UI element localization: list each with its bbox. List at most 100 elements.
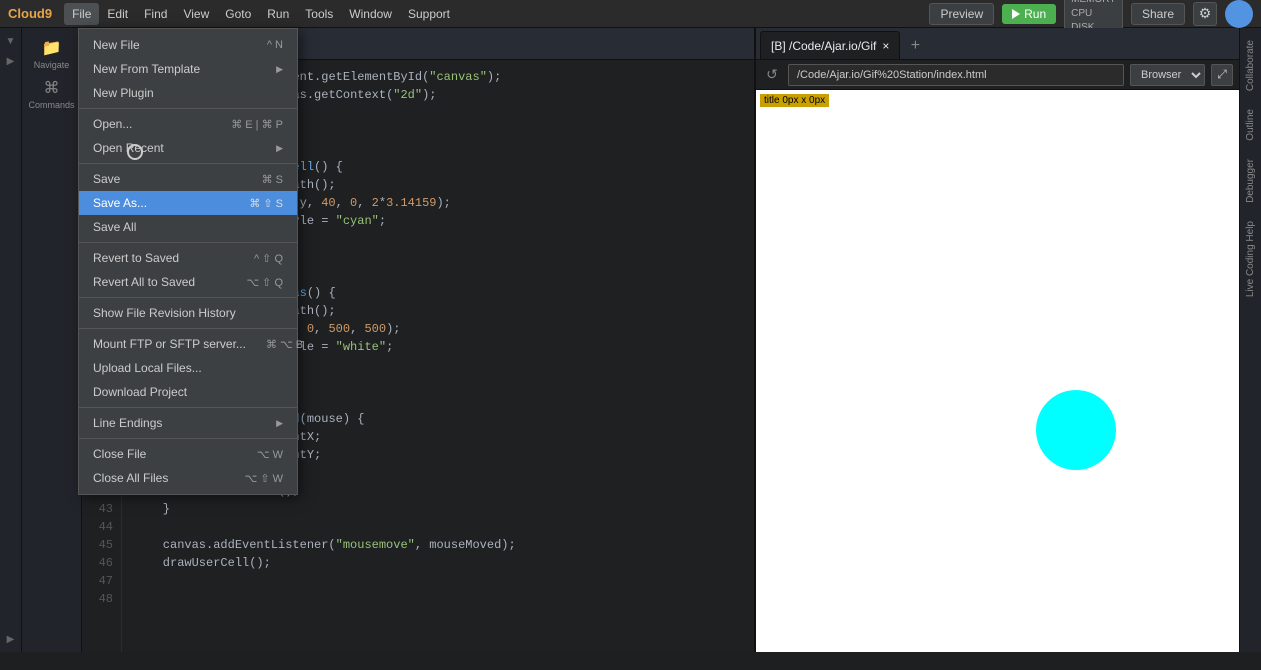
menu-sep-5: [79, 328, 297, 329]
menu-run-menu[interactable]: Run: [259, 3, 297, 25]
right-panel-livecoding[interactable]: Live Coding Help: [1243, 213, 1258, 305]
sidebar-icon-3[interactable]: ▶: [2, 630, 20, 648]
navigate-icon: 📁: [42, 38, 62, 58]
title-indicator: title 0px x 0px: [760, 94, 829, 107]
file-panel: 📁 Navigate ⌘ Commands: [22, 28, 82, 652]
menu-item-new-plugin-label: New Plugin: [93, 86, 154, 100]
navigate-panel[interactable]: 📁 Navigate: [32, 34, 72, 74]
sidebar-icon-1[interactable]: ▼: [2, 32, 20, 50]
canvas-circle: [1036, 390, 1116, 470]
close-browser-tab-icon[interactable]: ×: [882, 39, 889, 53]
menu-item-new-from-template[interactable]: New From Template: [79, 57, 297, 81]
menu-sep-2: [79, 163, 297, 164]
menu-window[interactable]: Window: [341, 3, 400, 25]
menu-item-open[interactable]: Open... ⌘ E | ⌘ P: [79, 112, 297, 136]
menu-find[interactable]: Find: [136, 3, 175, 25]
menu-sep-1: [79, 108, 297, 109]
file-menu: New File ^ N New From Template New Plugi…: [78, 28, 298, 495]
settings-icon[interactable]: ⚙: [1193, 2, 1217, 26]
memory-label: MEMORY: [1071, 0, 1116, 7]
menu-item-mount-ftp[interactable]: Mount FTP or SFTP server... ⌘ ⌥ B: [79, 332, 297, 356]
browser-tab-label: [B] /Code/Ajar.io/Gif: [771, 39, 876, 53]
commands-panel[interactable]: ⌘ Commands: [32, 74, 72, 114]
menu-item-open-recent[interactable]: Open Recent: [79, 136, 297, 160]
menu-item-line-endings-label: Line Endings: [93, 416, 162, 430]
menu-item-upload-files[interactable]: Upload Local Files...: [79, 356, 297, 380]
menu-item-show-revision-history[interactable]: Show File Revision History: [79, 301, 297, 325]
menu-sep-3: [79, 242, 297, 243]
menu-sep-4: [79, 297, 297, 298]
menu-item-revert-all-saved-shortcut: ⌥ ⇧ Q: [246, 276, 283, 289]
menu-item-upload-files-label: Upload Local Files...: [93, 361, 202, 375]
menu-item-save-shortcut: ⌘ S: [262, 173, 283, 186]
menu-item-revert-saved-label: Revert to Saved: [93, 251, 179, 265]
browser-panel: [B] /Code/Ajar.io/Gif × + ↺ Browser ⤢ ti…: [754, 28, 1239, 652]
right-panel-outline[interactable]: Outline: [1243, 101, 1258, 149]
sidebar-icon-bottom[interactable]: ▶: [2, 630, 20, 648]
share-button[interactable]: Share: [1131, 3, 1185, 25]
run-label: Run: [1024, 7, 1046, 21]
menu-item-revert-saved[interactable]: Revert to Saved ^ ⇧ Q: [79, 246, 297, 270]
menu-item-new-plugin[interactable]: New Plugin: [79, 81, 297, 105]
commands-icon: ⌘: [44, 78, 60, 98]
browser-back-button[interactable]: ↺: [762, 66, 782, 83]
app-logo: Cloud9: [8, 6, 52, 21]
cpu-label: CPU: [1071, 7, 1116, 21]
menu-item-save-all[interactable]: Save All: [79, 215, 297, 239]
menu-file[interactable]: File: [64, 3, 99, 25]
canvas-preview: [816, 170, 1261, 670]
menu-item-new-file-label: New File: [93, 38, 140, 52]
run-button[interactable]: Run: [1002, 4, 1056, 24]
menu-tools[interactable]: Tools: [297, 3, 341, 25]
menu-item-revert-saved-shortcut: ^ ⇧ Q: [254, 252, 283, 265]
menu-item-show-revision-history-label: Show File Revision History: [93, 306, 236, 320]
menu-item-line-endings[interactable]: Line Endings: [79, 411, 297, 435]
menu-item-new-from-template-label: New From Template: [93, 62, 200, 76]
browser-viewport: title 0px x 0px: [756, 90, 1239, 652]
menu-item-mount-ftp-label: Mount FTP or SFTP server...: [93, 337, 246, 351]
menu-item-close-file[interactable]: Close File ⌥ W: [79, 442, 297, 466]
menu-item-mount-ftp-shortcut: ⌘ ⌥ B: [266, 338, 303, 351]
menu-sep-6: [79, 407, 297, 408]
menu-item-revert-all-saved[interactable]: Revert All to Saved ⌥ ⇧ Q: [79, 270, 297, 294]
commands-label: Commands: [29, 100, 75, 110]
browser-address-bar: ↺ Browser ⤢: [756, 60, 1239, 90]
menu-item-revert-all-saved-label: Revert All to Saved: [93, 275, 195, 289]
navigate-label: Navigate: [34, 60, 70, 70]
menu-edit[interactable]: Edit: [99, 3, 136, 25]
menu-item-new-file[interactable]: New File ^ N: [79, 33, 297, 57]
menu-support[interactable]: Support: [400, 3, 458, 25]
run-icon: [1012, 9, 1020, 19]
menu-item-open-shortcut: ⌘ E | ⌘ P: [231, 118, 283, 131]
menu-item-open-label: Open...: [93, 117, 132, 131]
preview-button[interactable]: Preview: [929, 3, 994, 25]
menu-item-save[interactable]: Save ⌘ S: [79, 167, 297, 191]
right-panel-debugger[interactable]: Debugger: [1243, 151, 1258, 211]
address-input[interactable]: [788, 64, 1124, 86]
menu-item-save-as[interactable]: Save As... ⌘ ⇧ S: [79, 191, 297, 215]
browser-tab-main[interactable]: [B] /Code/Ajar.io/Gif ×: [760, 31, 900, 59]
menu-item-close-file-shortcut: ⌥ W: [257, 448, 283, 461]
menu-item-save-as-shortcut: ⌘ ⇧ S: [249, 197, 283, 210]
menu-item-close-file-label: Close File: [93, 447, 146, 461]
menu-item-new-file-shortcut: ^ N: [267, 39, 283, 51]
right-panel-collaborate[interactable]: Collaborate: [1243, 32, 1258, 99]
sidebar-icon-2[interactable]: ▶: [2, 52, 20, 70]
menu-item-close-all-files-label: Close All Files: [93, 471, 168, 485]
menu-item-save-label: Save: [93, 172, 120, 186]
add-browser-tab-button[interactable]: +: [902, 33, 928, 59]
browser-type-dropdown[interactable]: Browser: [1130, 64, 1205, 86]
avatar[interactable]: [1225, 0, 1253, 28]
left-sidebar: ▼ ▶ ▶: [0, 28, 22, 652]
menu-item-download-project[interactable]: Download Project: [79, 380, 297, 404]
menu-sep-7: [79, 438, 297, 439]
menu-view[interactable]: View: [175, 3, 217, 25]
menu-goto[interactable]: Goto: [217, 3, 259, 25]
menu-item-close-all-files-shortcut: ⌥ ⇧ W: [245, 472, 283, 485]
browser-expand-button[interactable]: ⤢: [1211, 64, 1233, 86]
file-menu-dropdown: New File ^ N New From Template New Plugi…: [78, 28, 298, 495]
menu-item-save-as-label: Save As...: [93, 196, 147, 210]
menu-item-save-all-label: Save All: [93, 220, 136, 234]
browser-tab-bar: [B] /Code/Ajar.io/Gif × +: [756, 28, 1239, 60]
menu-item-close-all-files[interactable]: Close All Files ⌥ ⇧ W: [79, 466, 297, 490]
